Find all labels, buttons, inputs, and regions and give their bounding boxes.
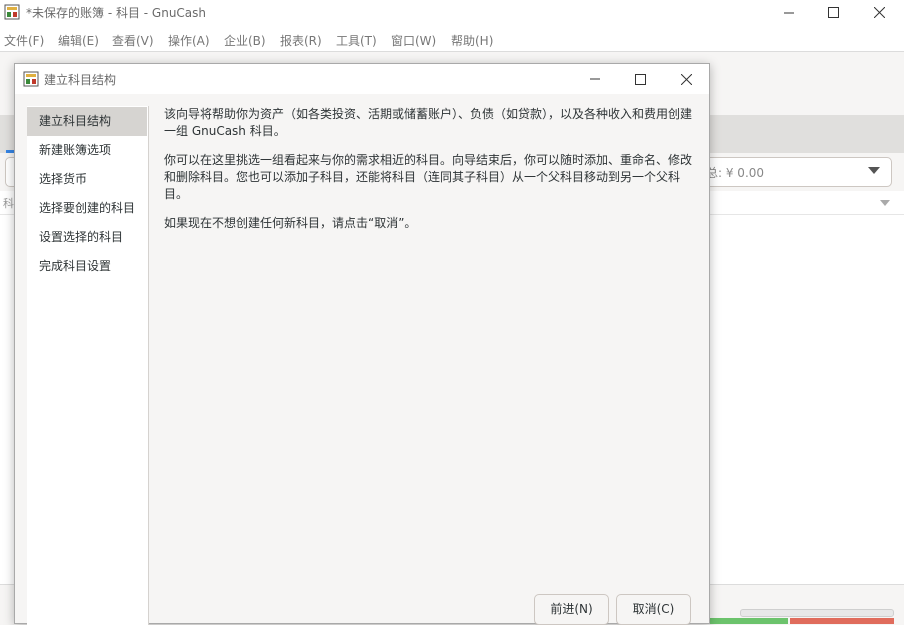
minimize-icon[interactable]: [766, 0, 812, 25]
account-name-column-header[interactable]: 科: [3, 195, 14, 211]
cancel-button[interactable]: 取消(C): [616, 594, 691, 625]
grand-total-label: 总: ¥ 0.00: [706, 166, 765, 180]
menu-reports[interactable]: 报表(R): [280, 32, 322, 49]
gnucash-app-icon: [4, 4, 20, 20]
maximize-icon[interactable]: [617, 64, 663, 94]
menu-actions[interactable]: 操作(A): [168, 32, 210, 49]
menu-business[interactable]: 企业(B): [224, 32, 266, 49]
account-setup-wizard-dialog: 建立科目结构 建立科目结构 新建账簿选项 选择货币 选择要创建的科目 设置选择的…: [14, 63, 710, 625]
progress-bar: [740, 609, 894, 617]
step-setup-selected-accounts: 设置选择的科目: [39, 230, 124, 244]
background-red-button: [790, 618, 894, 624]
menu-view[interactable]: 查看(V): [112, 32, 154, 49]
step-build-account-structure: 建立科目结构: [27, 107, 147, 136]
maximize-icon[interactable]: [810, 0, 856, 25]
step-new-book-options: 新建账簿选项: [39, 143, 112, 157]
minimize-icon[interactable]: [572, 64, 618, 94]
main-window-titlebar: *未保存的账簿 - 科目 - GnuCash: [0, 0, 904, 25]
menu-file[interactable]: 文件(F): [4, 32, 44, 49]
column-chooser-icon[interactable]: [880, 200, 890, 206]
menu-edit[interactable]: 编辑(E): [58, 32, 99, 49]
main-menubar: 文件(F) 编辑(E) 查看(V) 操作(A) 企业(B) 报表(R) 工具(T…: [0, 28, 904, 50]
gnucash-app-icon: [23, 71, 39, 87]
chevron-down-icon[interactable]: [868, 167, 880, 174]
wizard-steps-sidebar: 建立科目结构 新建账簿选项 选择货币 选择要创建的科目 设置选择的科目 完成科目…: [27, 106, 149, 625]
instruction-paragraph: 你可以在这里挑选一组看起来与你的需求相近的科目。向导结束后，你可以随时添加、重命…: [164, 153, 693, 201]
background-green-button: [708, 618, 788, 624]
menu-tools[interactable]: 工具(T): [336, 32, 377, 49]
cancel-hint-paragraph: 如果现在不想创建任何新科目，请点击“取消”。: [164, 216, 417, 230]
step-choose-currency: 选择货币: [39, 172, 88, 186]
step-finish-account-setup: 完成科目设置: [39, 259, 112, 273]
main-window-title: *未保存的账簿 - 科目 - GnuCash: [26, 6, 207, 20]
intro-paragraph: 该向导将帮助你为资产（如各类投资、活期或储蓄账户）、负债（如贷款），以及各种收入…: [164, 107, 693, 138]
dialog-title: 建立科目结构: [44, 73, 117, 87]
menu-help[interactable]: 帮助(H): [451, 32, 493, 49]
step-choose-accounts: 选择要创建的科目: [39, 201, 136, 215]
next-button[interactable]: 前进(N): [534, 594, 609, 625]
wizard-content: 该向导将帮助你为资产（如各类投资、活期或储蓄账户）、负债（如贷款），以及各种收入…: [164, 106, 696, 244]
close-icon[interactable]: [856, 0, 902, 25]
dialog-titlebar: 建立科目结构: [15, 64, 709, 94]
menu-windows[interactable]: 窗口(W): [391, 32, 436, 49]
close-icon[interactable]: [663, 64, 709, 94]
